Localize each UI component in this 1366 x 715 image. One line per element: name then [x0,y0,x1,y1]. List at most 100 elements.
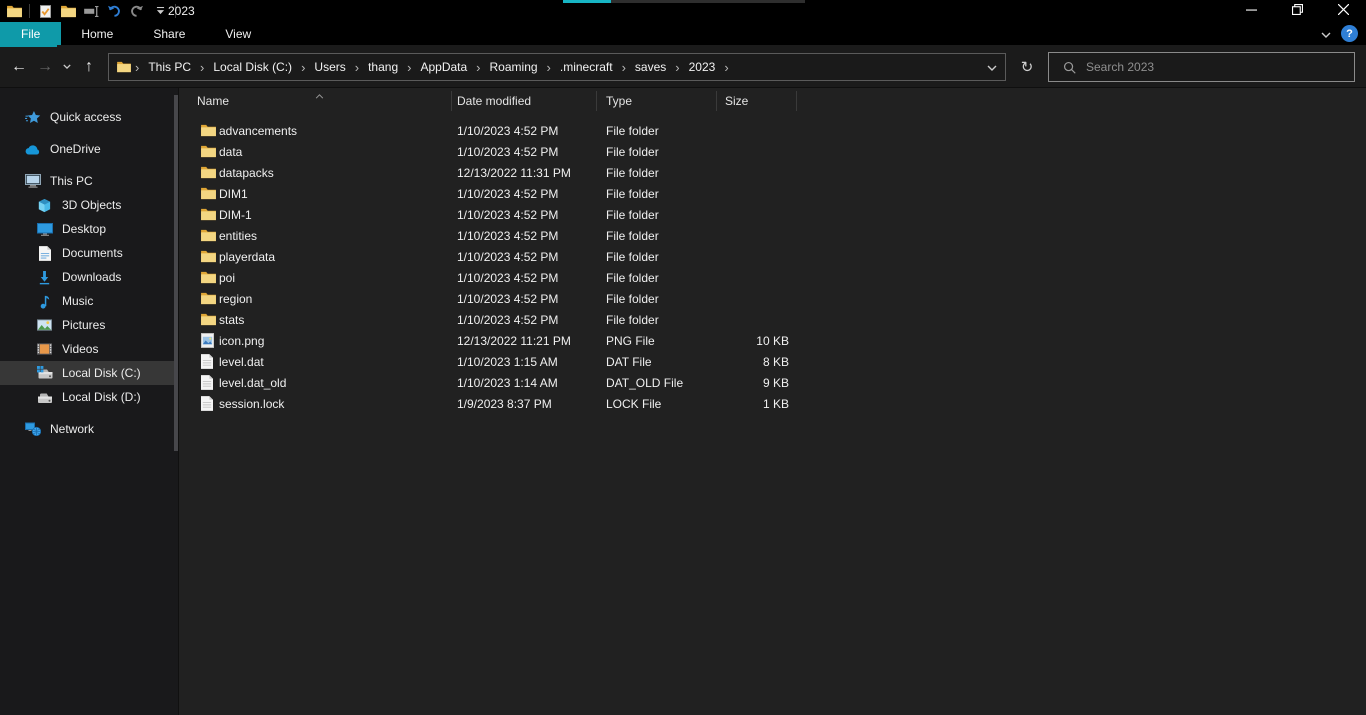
rename-icon[interactable] [83,3,99,19]
close-button[interactable] [1320,0,1366,22]
breadcrumb-item-appdata[interactable]: AppData [415,54,472,80]
file-row-entities[interactable]: entities 1/10/2023 4:52 PM File folder [179,225,1366,246]
breadcrumb-item-roaming[interactable]: Roaming [485,54,543,80]
breadcrumb-chevron-icon[interactable]: › [131,60,143,75]
folder-icon [201,124,219,137]
sidebar-item-videos[interactable]: Videos [0,337,178,361]
file-type: File folder [606,144,659,159]
breadcrumb-item-users[interactable]: Users [309,54,350,80]
breadcrumb-item-this-pc[interactable]: This PC [143,54,196,80]
address-bar[interactable]: › This PC › Local Disk (C:) › Users › thang › App… [108,53,1006,81]
file-row-session-lock[interactable]: session.lock 1/9/2023 8:37 PM LOCK File 1 K… [179,393,1366,414]
folder-icon [201,313,219,326]
sidebar-item-label: Quick access [50,110,122,124]
file-name: level.dat [219,354,264,369]
navigation-pane: Quick access OneDrive This PC 3D Objects Des… [0,88,178,715]
quick-access-star-icon [24,110,41,125]
file-row-dim-1[interactable]: DIM-1 1/10/2023 4:52 PM File folder [179,204,1366,225]
breadcrumb-chevron-icon[interactable]: › [671,60,683,75]
file-row-level-dat-old[interactable]: level.dat_old 1/10/2023 1:14 AM DAT_OLD Fi… [179,372,1366,393]
sidebar-item-this-pc[interactable]: This PC [0,169,178,193]
sidebar-item-local-disk-d[interactable]: Local Disk (D:) [0,385,178,409]
file-row-poi[interactable]: poi 1/10/2023 4:52 PM File folder [179,267,1366,288]
undo-icon[interactable] [106,3,122,19]
tab-share[interactable]: Share [133,22,205,45]
sidebar-item-onedrive[interactable]: OneDrive [0,137,178,161]
address-dropdown-button[interactable] [979,54,1005,80]
properties-icon[interactable] [37,3,53,19]
tab-file[interactable]: File [0,22,62,45]
breadcrumb-chevron-icon[interactable]: › [351,60,363,75]
sidebar-item-documents[interactable]: Documents [0,241,178,265]
sidebar-item-3d-objects[interactable]: 3D Objects [0,193,178,217]
breadcrumb-chevron-icon[interactable]: › [403,60,415,75]
breadcrumb-item-minecraft[interactable]: .minecraft [555,54,618,80]
file-date-modified: 1/10/2023 1:15 AM [457,354,558,369]
column-divider[interactable] [451,91,452,111]
column-divider[interactable] [796,91,797,111]
back-button[interactable]: ← [6,52,32,82]
sidebar-item-label: Videos [62,342,99,356]
sidebar-item-downloads[interactable]: Downloads [0,265,178,289]
column-header-type[interactable]: Type [606,88,632,114]
search-input[interactable] [1086,60,1354,74]
qat-dropdown-icon[interactable] [152,3,168,19]
sidebar-item-quick-access[interactable]: Quick access [0,105,178,129]
file-row-playerdata[interactable]: playerdata 1/10/2023 4:52 PM File folder [179,246,1366,267]
redo-icon[interactable] [129,3,145,19]
recent-locations-chevron-button[interactable] [58,52,76,82]
file-row-data[interactable]: data 1/10/2023 4:52 PM File folder [179,141,1366,162]
help-icon[interactable]: ? [1341,25,1358,42]
column-header-name[interactable]: Name [197,88,229,114]
breadcrumb-item-local-disk-c[interactable]: Local Disk (C:) [208,54,297,80]
file-row-stats[interactable]: stats 1/10/2023 4:52 PM File folder [179,309,1366,330]
sidebar-item-local-disk-c[interactable]: Local Disk (C:) [0,361,178,385]
sidebar-item-network[interactable]: Network [0,417,178,441]
refresh-button[interactable]: ↻ [1012,53,1042,81]
file-name: poi [219,270,236,285]
breadcrumb: › This PC › Local Disk (C:) › Users › thang › App… [131,54,979,80]
sidebar-item-music[interactable]: Music [0,289,178,313]
new-folder-icon[interactable] [60,3,76,19]
breadcrumb-chevron-icon[interactable]: › [297,60,309,75]
file-row-region[interactable]: region 1/10/2023 4:52 PM File folder [179,288,1366,309]
column-header-size[interactable]: Size [725,88,748,114]
file-row-level-dat[interactable]: level.dat 1/10/2023 1:15 AM DAT File 8 KB [179,351,1366,372]
file-type: DAT_OLD File [606,375,684,390]
breadcrumb-chevron-icon[interactable]: › [720,60,732,75]
file-row-datapacks[interactable]: datapacks 12/13/2022 11:31 PM File folder [179,162,1366,183]
column-divider[interactable] [596,91,597,111]
explorer-icon[interactable] [6,3,22,19]
sidebar-item-desktop[interactable]: Desktop [0,217,178,241]
refresh-icon: ↻ [1020,59,1034,76]
minimize-button[interactable] [1228,0,1274,22]
up-button[interactable]: ↑ [76,52,102,82]
network-computers-icon [24,422,41,436]
file-type: LOCK File [606,396,662,411]
breadcrumb-item-thang[interactable]: thang [363,54,403,80]
column-divider[interactable] [716,91,717,111]
file-icon [201,354,219,369]
search-icon [1063,61,1076,74]
sidebar-item-label: Network [50,422,95,436]
breadcrumb-item-2023[interactable]: 2023 [684,54,721,80]
breadcrumb-chevron-icon[interactable]: › [196,60,208,75]
sidebar-item-pictures[interactable]: Pictures [0,313,178,337]
window-controls [1228,0,1366,22]
column-header-date-modified[interactable]: Date modified [457,88,531,114]
breadcrumb-chevron-icon[interactable]: › [472,60,484,75]
music-note-icon [36,294,53,309]
file-row-icon-png[interactable]: icon.png 12/13/2022 11:21 PM PNG File 10 KB [179,330,1366,351]
file-row-advancements[interactable]: advancements 1/10/2023 4:52 PM File folder [179,120,1366,141]
breadcrumb-chevron-icon[interactable]: › [543,60,555,75]
tab-view[interactable]: View [205,22,271,45]
3d-objects-cube-icon [36,198,53,213]
expand-ribbon-chevron-icon[interactable] [1321,27,1331,41]
nav-buttons: ← → ↑ [6,45,102,88]
tab-home[interactable]: Home [61,22,133,45]
forward-button[interactable]: → [32,52,58,82]
breadcrumb-chevron-icon[interactable]: › [618,60,630,75]
file-row-dim1[interactable]: DIM1 1/10/2023 4:52 PM File folder [179,183,1366,204]
restore-button[interactable] [1274,0,1320,22]
breadcrumb-item-saves[interactable]: saves [630,54,671,80]
